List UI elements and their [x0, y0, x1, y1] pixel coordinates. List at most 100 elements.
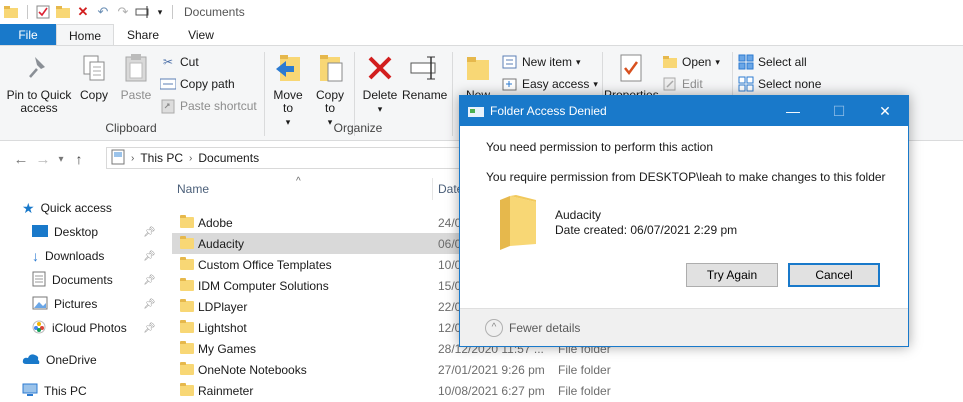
paste-button[interactable]: Paste: [118, 50, 154, 102]
select-none-button[interactable]: Select none: [738, 74, 821, 94]
tab-share[interactable]: Share: [118, 24, 168, 46]
cancel-button[interactable]: Cancel: [788, 263, 880, 287]
file-name: Rainmeter: [198, 383, 254, 398]
paste-shortcut-label: Paste shortcut: [180, 99, 257, 113]
edit-label: Edit: [682, 77, 703, 91]
breadcrumb-this-pc[interactable]: This PC: [140, 151, 183, 165]
file-type: File folder: [558, 383, 611, 398]
delete-icon[interactable]: ✕: [73, 0, 93, 24]
pin-icon[interactable]: 📌︎: [143, 323, 156, 334]
nav-item-downloads[interactable]: ↓ Downloads: [32, 245, 104, 267]
dialog-message-secondary: You require permission from DESKTOP\leah…: [486, 170, 886, 184]
dialog-footer: ^ Fewer details: [460, 308, 908, 346]
minimize-icon[interactable]: —: [770, 96, 816, 126]
nav-item-pictures[interactable]: Pictures: [32, 293, 97, 315]
separator: [27, 5, 28, 19]
column-divider[interactable]: [432, 178, 433, 200]
tab-view[interactable]: View: [176, 24, 226, 46]
nav-item-label: Desktop: [54, 225, 99, 239]
this-pc-icon: [111, 149, 125, 168]
folder-icon: [180, 257, 194, 270]
tab-home[interactable]: Home: [56, 24, 114, 47]
list-item[interactable]: Rainmeter 10/08/2021 6:27 pm File folder: [172, 380, 963, 401]
new-folder-icon[interactable]: [53, 0, 73, 24]
close-icon[interactable]: ✕: [862, 96, 908, 126]
nav-item-onedrive[interactable]: OneDrive: [22, 349, 97, 371]
rename-icon[interactable]: [133, 0, 153, 24]
move-to-icon: [270, 50, 306, 86]
copy-path-button[interactable]: Copy path: [160, 74, 235, 94]
folder-access-denied-dialog: Folder Access Denied — ☐ ✕ You need perm…: [459, 95, 909, 347]
folder-icon[interactable]: [0, 0, 22, 24]
tab-file[interactable]: File: [0, 24, 56, 46]
copy-to-icon: [312, 50, 348, 86]
nav-item-icloud-photos[interactable]: iCloud Photos: [32, 317, 127, 339]
rename-icon: [406, 50, 442, 86]
delete-button[interactable]: Delete ▾: [360, 50, 400, 116]
copy-button[interactable]: Copy: [76, 50, 112, 102]
copy-icon: [76, 50, 112, 86]
list-item-selected[interactable]: Audacity 06/0: [172, 233, 462, 254]
folder-icon: [180, 215, 194, 228]
cut-label: Cut: [180, 55, 199, 69]
cut-button[interactable]: ✂ Cut: [160, 52, 199, 72]
breadcrumb-documents[interactable]: Documents: [198, 151, 259, 165]
pin-icon[interactable]: 📌︎: [143, 275, 156, 286]
recent-locations-dropdown-icon[interactable]: ▾: [54, 154, 68, 165]
separator: [172, 5, 173, 19]
move-to-label: Move to: [273, 88, 303, 115]
fewer-details-link[interactable]: Fewer details: [509, 321, 580, 335]
pin-to-quick-access-button[interactable]: Pin to Quick access: [4, 50, 74, 115]
select-all-label: Select all: [758, 55, 807, 69]
file-date: 22/0: [438, 299, 462, 314]
file-name: Custom Office Templates: [198, 257, 332, 272]
navigation-pane: ★ Quick access Desktop 📌︎ ↓ Downloads 📌︎…: [0, 176, 165, 399]
folder-icon: [180, 299, 194, 312]
pin-icon[interactable]: 📌︎: [143, 227, 156, 238]
pin-label: Pin to Quick access: [6, 88, 72, 115]
large-folder-icon: [496, 194, 540, 253]
list-item[interactable]: OneNote Notebooks 27/01/2021 9:26 pm Fil…: [172, 359, 963, 380]
nav-item-desktop[interactable]: Desktop: [32, 221, 98, 243]
copy-label: Copy: [79, 88, 108, 102]
properties-icon[interactable]: [33, 0, 53, 24]
open-button[interactable]: Open ▾: [662, 52, 720, 72]
column-header-name[interactable]: Name: [177, 182, 209, 196]
new-item-icon: [502, 54, 518, 70]
back-arrow-icon[interactable]: ←: [10, 151, 32, 168]
copy-to-label: Copy to: [315, 88, 344, 115]
try-again-button[interactable]: Try Again: [686, 263, 778, 287]
copy-to-button[interactable]: Copy to ▾: [312, 50, 348, 129]
file-date: 10/0: [438, 257, 462, 272]
group-separator: [452, 52, 453, 136]
chevron-up-icon[interactable]: ^: [485, 318, 503, 337]
copy-path-icon: [160, 76, 176, 92]
easy-access-button[interactable]: Easy access ▾: [502, 74, 598, 94]
redo-icon[interactable]: ↷: [113, 0, 133, 24]
breadcrumb-chevron-icon: ›: [189, 152, 193, 164]
pin-icon[interactable]: 📌︎: [143, 299, 156, 310]
undo-icon[interactable]: ↶: [93, 0, 113, 24]
forward-arrow-icon[interactable]: →: [32, 151, 54, 168]
move-to-button[interactable]: Move to ▾: [270, 50, 306, 129]
new-item-button[interactable]: New item ▾: [502, 52, 581, 72]
file-name: LDPlayer: [198, 299, 248, 314]
nav-item-quick-access[interactable]: ★ Quick access: [22, 197, 112, 219]
maximize-icon[interactable]: ☐: [816, 96, 862, 126]
customize-dropdown-icon[interactable]: ▾: [153, 0, 167, 24]
file-name: Audacity: [198, 236, 245, 251]
edit-button[interactable]: Edit: [662, 74, 703, 94]
paste-shortcut-button[interactable]: Paste shortcut: [160, 96, 257, 116]
open-folder-icon: [662, 54, 678, 70]
select-all-button[interactable]: Select all: [738, 52, 807, 72]
nav-item-documents[interactable]: Documents: [32, 269, 113, 291]
sort-ascending-icon: ^: [296, 176, 301, 187]
folder-icon: [180, 236, 194, 249]
nav-item-label: OneDrive: [46, 353, 97, 367]
chevron-down-icon: ▾: [715, 56, 720, 67]
item-name: Audacity: [555, 208, 602, 222]
up-arrow-icon[interactable]: ↑: [68, 151, 90, 167]
rename-button[interactable]: Rename: [402, 50, 447, 102]
pin-icon[interactable]: 📌︎: [143, 251, 156, 262]
copy-path-label: Copy path: [180, 77, 235, 91]
